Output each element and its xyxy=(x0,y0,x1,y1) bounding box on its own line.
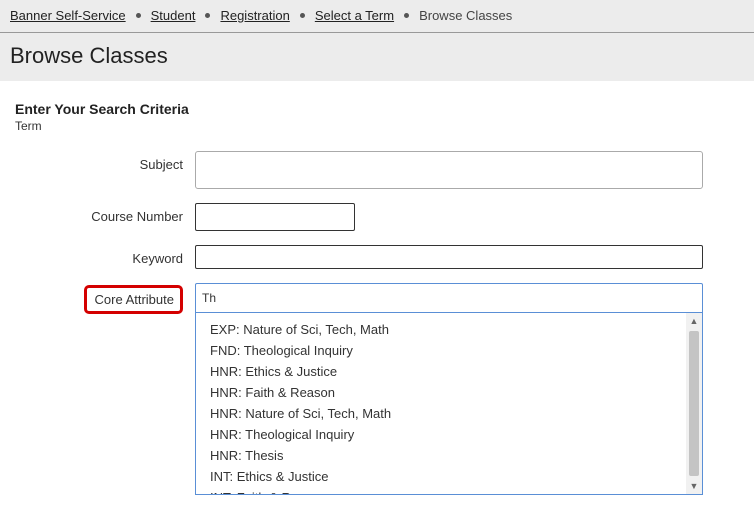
breadcrumb-banner-self-service[interactable]: Banner Self-Service xyxy=(10,8,126,23)
breadcrumb-separator-icon xyxy=(136,13,141,18)
core-attribute-dropdown: EXP: Nature of Sci, Tech, Math FND: Theo… xyxy=(195,313,703,495)
dropdown-option[interactable]: HNR: Faith & Reason xyxy=(210,382,686,403)
breadcrumb: Banner Self-Service Student Registration… xyxy=(0,0,754,32)
course-number-row: Course Number xyxy=(15,203,739,231)
keyword-label: Keyword xyxy=(15,245,195,266)
subject-label: Subject xyxy=(15,151,195,172)
criteria-heading: Enter Your Search Criteria xyxy=(15,101,739,117)
subject-input[interactable] xyxy=(195,151,703,189)
scroll-thumb[interactable] xyxy=(689,331,699,476)
keyword-input[interactable] xyxy=(195,245,703,269)
breadcrumb-registration[interactable]: Registration xyxy=(220,8,289,23)
search-form: Enter Your Search Criteria Term Subject … xyxy=(0,81,754,314)
scroll-up-icon[interactable]: ▲ xyxy=(686,313,702,329)
dropdown-option[interactable]: HNR: Thesis xyxy=(210,445,686,466)
scroll-down-icon[interactable]: ▼ xyxy=(686,478,702,494)
subject-row: Subject xyxy=(15,151,739,189)
page-title-bar: Browse Classes xyxy=(0,33,754,81)
core-attribute-row: Core Attribute EXP: Nature of Sci, Tech,… xyxy=(15,283,739,314)
scrollbar[interactable]: ▲ ▼ xyxy=(686,313,702,494)
dropdown-option[interactable]: FND: Theological Inquiry xyxy=(210,340,686,361)
core-attribute-combobox[interactable]: EXP: Nature of Sci, Tech, Math FND: Theo… xyxy=(195,283,703,313)
breadcrumb-select-a-term[interactable]: Select a Term xyxy=(315,8,394,23)
page-title: Browse Classes xyxy=(10,43,168,68)
course-number-label: Course Number xyxy=(15,203,195,224)
breadcrumb-separator-icon xyxy=(404,13,409,18)
dropdown-option[interactable]: INT: Ethics & Justice xyxy=(210,466,686,487)
course-number-input[interactable] xyxy=(195,203,355,231)
core-attribute-label: Core Attribute xyxy=(84,285,184,314)
dropdown-option[interactable]: INT: Faith & Reason xyxy=(210,487,686,494)
dropdown-option[interactable]: EXP: Nature of Sci, Tech, Math xyxy=(210,319,686,340)
dropdown-option[interactable]: HNR: Nature of Sci, Tech, Math xyxy=(210,403,686,424)
term-label: Term xyxy=(15,119,739,133)
core-attribute-input[interactable] xyxy=(195,283,703,313)
breadcrumb-browse-classes: Browse Classes xyxy=(419,8,512,23)
dropdown-option[interactable]: HNR: Ethics & Justice xyxy=(210,361,686,382)
dropdown-list: EXP: Nature of Sci, Tech, Math FND: Theo… xyxy=(196,313,686,494)
keyword-row: Keyword xyxy=(15,245,739,269)
dropdown-option[interactable]: HNR: Theological Inquiry xyxy=(210,424,686,445)
breadcrumb-student[interactable]: Student xyxy=(151,8,196,23)
breadcrumb-separator-icon xyxy=(300,13,305,18)
breadcrumb-separator-icon xyxy=(205,13,210,18)
